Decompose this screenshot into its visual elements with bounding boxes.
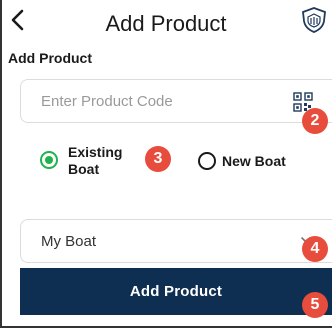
new-boat-radio[interactable] — [198, 152, 216, 170]
new-boat-label[interactable]: New Boat — [222, 153, 286, 170]
section-title: Add Product — [8, 50, 92, 66]
annotation-badge: 2 — [302, 108, 328, 134]
page-title: Add Product — [105, 11, 227, 36]
existing-boat-label[interactable]: Existing Boat — [68, 144, 138, 178]
boat-select-value[interactable]: My Boat — [41, 233, 96, 250]
shield-logo-icon — [302, 7, 326, 33]
annotation-badge: 5 — [302, 292, 328, 318]
boat-select[interactable]: My Boat — [20, 219, 332, 263]
annotation-badge: 4 — [302, 236, 328, 262]
app-header: Add Product — [0, 0, 332, 40]
annotation-badge: 3 — [145, 146, 171, 172]
product-code-field[interactable]: Enter Product Code — [20, 79, 332, 123]
add-product-button[interactable]: Add Product — [20, 268, 332, 315]
existing-boat-radio[interactable] — [40, 151, 58, 169]
product-code-placeholder[interactable]: Enter Product Code — [41, 93, 173, 110]
